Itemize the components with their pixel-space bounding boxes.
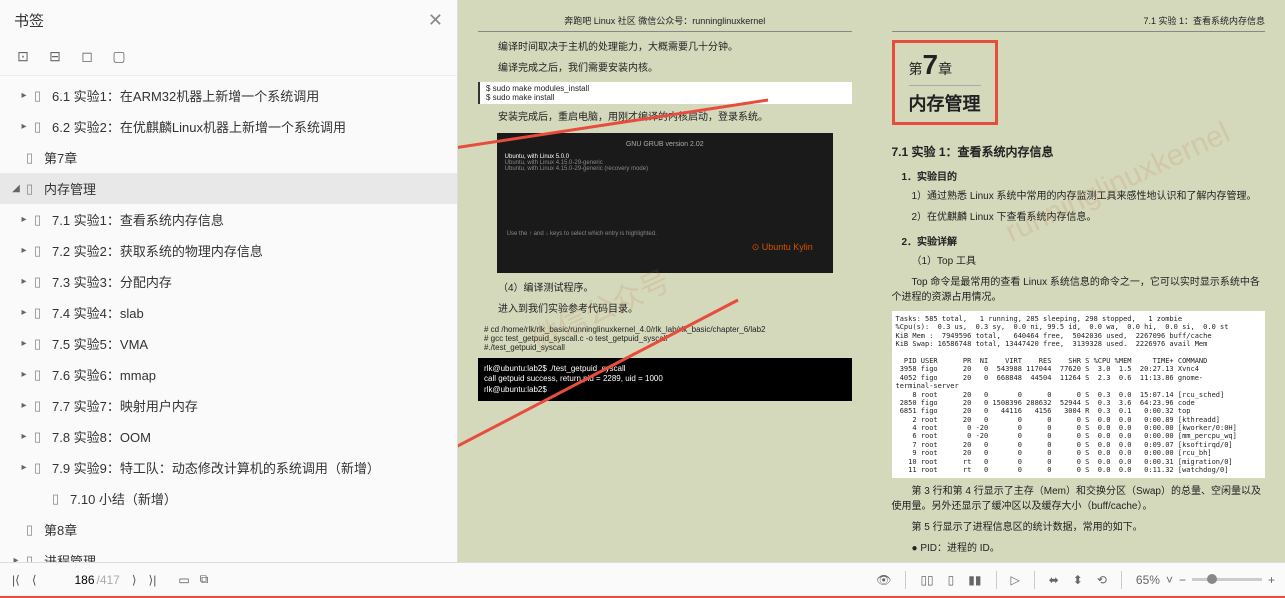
bookmark-icon: ▯ <box>34 336 48 352</box>
page-total: /417 <box>97 573 120 587</box>
bookmark-label: 6.1 实验1：在ARM32机器上新增一个系统调用 <box>52 86 319 105</box>
bookmark-item[interactable]: ▸▯进程管理 <box>0 545 457 562</box>
bookmark-icon: ▯ <box>34 88 48 104</box>
bookmark-add-icon[interactable]: ◻ <box>78 47 96 65</box>
zoom-control[interactable]: 65% ˅ − + <box>1136 573 1275 587</box>
bookmark-label: 7.1 实验1：查看系统内存信息 <box>52 210 224 229</box>
bookmark-item[interactable]: ▸▯7.6 实验6：mmap <box>0 359 457 390</box>
page-right: 7.1 实验 1：查看系统内存信息 第7章 内存管理 7.1 实验 1：查看系统… <box>878 6 1280 556</box>
bookmark-item[interactable]: ▸▯7.1 实验1：查看系统内存信息 <box>0 204 457 235</box>
bookmark-label: 7.6 实验6：mmap <box>52 365 156 384</box>
bookmark-item[interactable]: ▸▯7.9 实验9：特工队：动态修改计算机的系统调用（新增） <box>0 452 457 483</box>
bookmark-label: 进程管理 <box>44 551 96 562</box>
bookmark-item[interactable]: ▸▯6.2 实验2：在优麒麟Linux机器上新增一个系统调用 <box>0 111 457 142</box>
bookmark-label: 7.4 实验4：slab <box>52 303 144 322</box>
two-page-icon[interactable]: ▮▮ <box>968 573 981 587</box>
bookmark-icon: ▯ <box>34 119 48 135</box>
document-viewport[interactable]: 奔跑吧 Linux 社区 微信公众号：runninglinuxkernel 编译… <box>458 0 1285 562</box>
bookmark-icon: ▯ <box>34 398 48 414</box>
first-page-icon[interactable]: |⟨ <box>10 571 22 589</box>
terminal-output: rlk@ubuntu:lab2$ ./test_getpuid_syscall … <box>478 358 852 401</box>
bookmark-label: 第7章 <box>44 148 77 167</box>
bookmark-label: 7.3 实验3：分配内存 <box>52 272 172 291</box>
expand-icon[interactable]: ⊡ <box>14 47 32 65</box>
bookmark-item[interactable]: ▸▯7.5 实验5：VMA <box>0 328 457 359</box>
single-page-icon[interactable]: ▯ <box>948 573 955 587</box>
page-indicator[interactable]: /417 <box>49 573 120 587</box>
bookmark-item[interactable]: ▯第7章 <box>0 142 457 173</box>
bookmark-icon: ▯ <box>34 429 48 445</box>
bookmark-item[interactable]: ▸▯7.3 实验3：分配内存 <box>0 266 457 297</box>
fit-width-icon[interactable]: ⬌ <box>1049 573 1059 587</box>
zoom-value[interactable]: 65% <box>1136 573 1160 587</box>
bookmark-label: 6.2 实验2：在优麒麟Linux机器上新增一个系统调用 <box>52 117 346 136</box>
layout-continuous-icon[interactable]: ⧉ <box>200 572 209 587</box>
next-page-icon[interactable]: ⟩ <box>130 571 139 589</box>
prev-page-icon[interactable]: ⟨ <box>30 571 39 589</box>
bookmark-icon: ▯ <box>52 491 66 507</box>
bookmark-label: 7.10 小结（新增） <box>70 489 177 508</box>
bookmark-item[interactable]: ◢▯内存管理 <box>0 173 457 204</box>
view-icon[interactable]: 👁 <box>876 573 891 587</box>
bookmark-item[interactable]: ▸▯7.4 实验4：slab <box>0 297 457 328</box>
bookmark-item[interactable]: ▸▯7.8 实验8：OOM <box>0 421 457 452</box>
top-output: Tasks: 585 total, 1 running, 285 sleepin… <box>892 311 1266 478</box>
bookmark-item[interactable]: ▸▯7.2 实验2：获取系统的物理内存信息 <box>0 235 457 266</box>
bookmark-icon: ▯ <box>34 274 48 290</box>
bookmark-item[interactable]: ▯第8章 <box>0 514 457 545</box>
zoom-slider[interactable] <box>1192 578 1262 581</box>
zoom-in-icon[interactable]: + <box>1268 573 1275 587</box>
page-left: 奔跑吧 Linux 社区 微信公众号：runninglinuxkernel 编译… <box>464 6 866 556</box>
bookmark-item[interactable]: ▸▯7.7 实验7：映射用户内存 <box>0 390 457 421</box>
collapse-icon[interactable]: ⊟ <box>46 47 64 65</box>
bookmark-icon: ▯ <box>34 212 48 228</box>
bookmark-toolbar: ⊡ ⊟ ◻ ▢ <box>0 41 457 76</box>
page-input[interactable] <box>49 573 95 587</box>
panel-title: 书签 <box>14 10 44 31</box>
page-header: 奔跑吧 Linux 社区 微信公众号：runninglinuxkernel <box>478 14 852 32</box>
chapter-heading: 第7章 内存管理 <box>892 40 998 125</box>
close-icon[interactable]: ✕ <box>428 10 443 31</box>
bookmark-icon: ▯ <box>34 243 48 259</box>
bookmark-label: 7.7 实验7：映射用户内存 <box>52 396 198 415</box>
bookmark-icon: ▯ <box>26 181 40 197</box>
bookmark-label: 7.2 实验2：获取系统的物理内存信息 <box>52 241 263 260</box>
grub-screenshot: GNU GRUB version 2.02 Ubuntu, with Linux… <box>497 133 833 273</box>
last-page-icon[interactable]: ⟩| <box>147 571 159 589</box>
bookmark-icon: ▯ <box>26 150 40 166</box>
bookmark-label: 7.5 实验5：VMA <box>52 334 148 353</box>
bookmark-item[interactable]: ▸▯6.1 实验1：在ARM32机器上新增一个系统调用 <box>0 80 457 111</box>
bookmark-label: 第8章 <box>44 520 77 539</box>
zoom-out-icon[interactable]: − <box>1179 573 1186 587</box>
bookmark-label: 7.8 实验8：OOM <box>52 427 151 446</box>
play-icon[interactable]: ▷ <box>1011 573 1020 587</box>
layout-single-icon[interactable]: ▭ <box>178 573 189 587</box>
bookmark-flag-icon[interactable]: ▢ <box>110 47 128 65</box>
page-header: 7.1 实验 1：查看系统内存信息 <box>892 14 1266 32</box>
bookmark-icon: ▯ <box>34 460 48 476</box>
bookmark-tree: ▸▯6.1 实验1：在ARM32机器上新增一个系统调用▸▯6.2 实验2：在优麒… <box>0 76 457 562</box>
bookmark-icon: ▯ <box>34 305 48 321</box>
chevron-down-icon[interactable]: ˅ <box>1166 573 1173 587</box>
fit-page-icon[interactable]: ▯▯ <box>920 573 933 587</box>
bookmark-icon: ▯ <box>26 553 40 563</box>
status-bar: |⟨ ⟨ /417 ⟩ ⟩| ▭ ⧉ 👁 ▯▯ ▯ ▮▮ ▷ ⬌ ⬍ ⟲ 65%… <box>0 562 1285 596</box>
bookmark-label: 内存管理 <box>44 179 96 198</box>
rotate-icon[interactable]: ⟲ <box>1097 573 1107 587</box>
bookmark-icon: ▯ <box>26 522 40 538</box>
bookmark-item[interactable]: ▯7.10 小结（新增） <box>0 483 457 514</box>
bookmarks-panel: 书签 ✕ ⊡ ⊟ ◻ ▢ ▸▯6.1 实验1：在ARM32机器上新增一个系统调用… <box>0 0 458 562</box>
bookmark-icon: ▯ <box>34 367 48 383</box>
bookmark-label: 7.9 实验9：特工队：动态修改计算机的系统调用（新增） <box>52 458 380 477</box>
fit-height-icon[interactable]: ⬍ <box>1073 573 1083 587</box>
